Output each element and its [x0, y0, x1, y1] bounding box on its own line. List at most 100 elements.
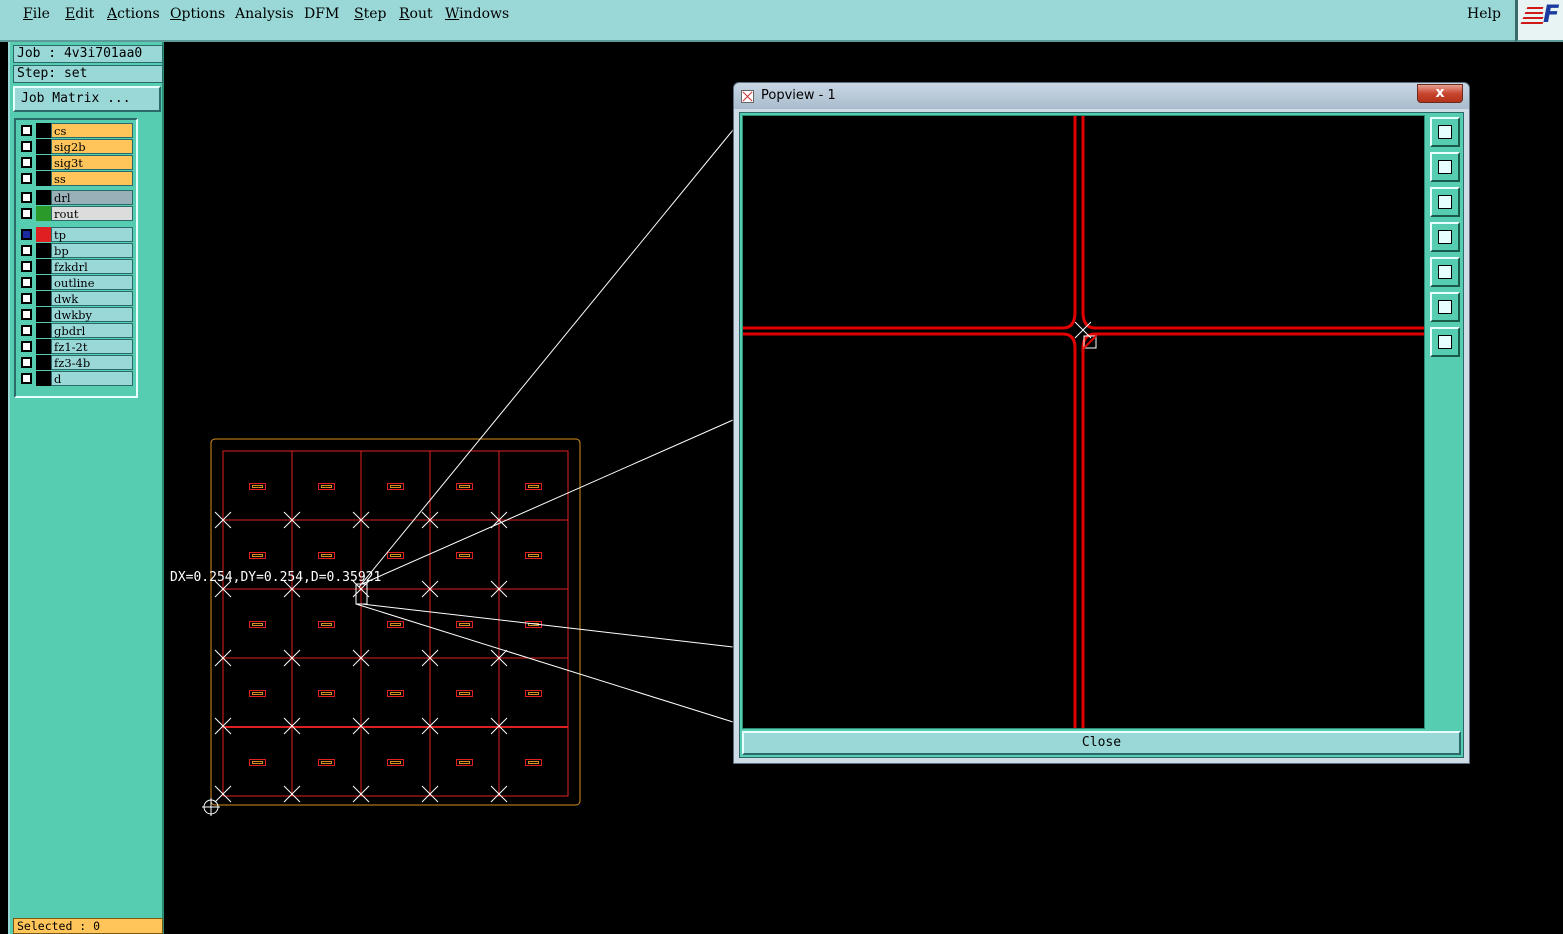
layer-row-fz1-2t[interactable]: fz1-2t	[18, 339, 136, 354]
menu-file[interactable]: File	[23, 6, 50, 22]
pad	[318, 552, 335, 559]
job-matrix-button[interactable]: Job Matrix ...	[13, 86, 161, 112]
layer-row-tp[interactable]: tp	[18, 227, 136, 242]
layer-checkbox[interactable]	[21, 261, 32, 272]
layer-checkbox[interactable]	[21, 208, 32, 219]
layer-name[interactable]: d	[51, 371, 133, 386]
zoom-home-button[interactable]	[1430, 327, 1460, 357]
menu-windows[interactable]: Windows	[445, 6, 509, 22]
layer-checkbox[interactable]	[21, 293, 32, 304]
layer-name[interactable]: ss	[51, 171, 133, 186]
layer-name[interactable]: drl	[51, 190, 133, 205]
pad-inner	[459, 623, 470, 626]
layer-row-dwk[interactable]: dwk	[18, 291, 136, 306]
layer-checkbox[interactable]	[21, 125, 32, 136]
layer-row-ss[interactable]: ss	[18, 171, 136, 186]
layer-checkbox[interactable]	[21, 245, 32, 256]
layer-row-gbdrl[interactable]: gbdrl	[18, 323, 136, 338]
popview-zoom-view[interactable]	[742, 115, 1425, 729]
window-close-button[interactable]: x	[1417, 84, 1463, 103]
pad-inner	[321, 623, 332, 626]
popview-titlebar[interactable]: Popview - 1 x	[734, 83, 1469, 109]
arrow-right-icon	[1438, 265, 1452, 279]
pad-inner	[390, 623, 401, 626]
layer-checkbox[interactable]	[21, 357, 32, 368]
trace-corner	[1062, 311, 1077, 330]
layer-row-fz3-4b[interactable]: fz3-4b	[18, 355, 136, 370]
menu-analysis[interactable]: Analysis	[235, 6, 294, 22]
layer-row-rout[interactable]: rout	[18, 206, 136, 221]
layer-color-swatch[interactable]	[36, 355, 51, 370]
layer-color-swatch[interactable]	[36, 123, 51, 138]
layer-color-swatch[interactable]	[36, 190, 51, 205]
pad-inner	[390, 761, 401, 764]
layer-color-swatch[interactable]	[36, 323, 51, 338]
layer-color-swatch[interactable]	[36, 339, 51, 354]
layer-color-swatch[interactable]	[36, 139, 51, 154]
layer-row-bp[interactable]: bp	[18, 243, 136, 258]
layer-name[interactable]: tp	[51, 227, 133, 242]
zoom-window-button[interactable]	[1430, 117, 1460, 147]
layer-color-swatch[interactable]	[36, 155, 51, 170]
layer-color-swatch[interactable]	[36, 307, 51, 322]
pad-inner	[321, 692, 332, 695]
pad	[249, 759, 266, 766]
menu-rout[interactable]: Rout	[399, 6, 433, 22]
layer-checkbox[interactable]	[21, 157, 32, 168]
layer-color-swatch[interactable]	[36, 275, 51, 290]
layer-checkbox[interactable]	[21, 341, 32, 352]
layer-checkbox[interactable]	[21, 173, 32, 184]
menu-options[interactable]: Options	[170, 6, 225, 22]
layer-row-dwkby[interactable]: dwkby	[18, 307, 136, 322]
layer-row-fzkdrl[interactable]: fzkdrl	[18, 259, 136, 274]
layer-checkbox[interactable]	[21, 192, 32, 203]
arrow-down-button[interactable]	[1430, 187, 1460, 217]
layer-row-drl[interactable]: drl	[18, 190, 136, 205]
layer-name[interactable]: bp	[51, 243, 133, 258]
layer-row-cs[interactable]: cs	[18, 123, 136, 138]
layer-color-swatch[interactable]	[36, 259, 51, 274]
layer-color-swatch[interactable]	[36, 291, 51, 306]
layer-name[interactable]: dwk	[51, 291, 133, 306]
arrow-right-button[interactable]	[1430, 257, 1460, 287]
layer-name[interactable]: gbdrl	[51, 323, 133, 338]
menu-actions[interactable]: Actions	[107, 6, 160, 22]
layer-name[interactable]: outline	[51, 275, 133, 290]
layer-row-sig3t[interactable]: sig3t	[18, 155, 136, 170]
arrow-left-button[interactable]	[1430, 222, 1460, 252]
layer-name[interactable]: rout	[51, 206, 133, 221]
layer-color-swatch[interactable]	[36, 206, 51, 221]
arrow-up-button[interactable]	[1430, 152, 1460, 182]
zoom-fit-button[interactable]	[1430, 292, 1460, 322]
layer-checkbox[interactable]	[21, 229, 32, 240]
layer-checkbox[interactable]	[21, 141, 32, 152]
menu-step[interactable]: Step	[354, 6, 386, 22]
help-menu[interactable]: Help	[1467, 6, 1501, 22]
menu-edit[interactable]: Edit	[65, 6, 94, 22]
layer-name[interactable]: fz3-4b	[51, 355, 133, 370]
layer-name[interactable]: sig3t	[51, 155, 133, 170]
layer-checkbox[interactable]	[21, 325, 32, 336]
logo-text: F	[1543, 0, 1560, 28]
layer-name[interactable]: sig2b	[51, 139, 133, 154]
selected-count: Selected : 0	[13, 918, 163, 934]
layer-color-swatch[interactable]	[36, 243, 51, 258]
layer-color-swatch[interactable]	[36, 371, 51, 386]
menu-dfm[interactable]: DFM	[304, 6, 339, 22]
layer-checkbox[interactable]	[21, 309, 32, 320]
layer-color-swatch[interactable]	[36, 171, 51, 186]
pad-inner	[321, 761, 332, 764]
layer-list: cs sig2b sig3t ss drl rout tp bp fzkdrl outline dw…	[14, 118, 138, 398]
layer-color-swatch[interactable]	[36, 227, 51, 242]
layer-row-outline[interactable]: outline	[18, 275, 136, 290]
layer-name[interactable]: fz1-2t	[51, 339, 133, 354]
layer-checkbox[interactable]	[21, 373, 32, 384]
layer-checkbox[interactable]	[21, 277, 32, 288]
layer-row-sig2b[interactable]: sig2b	[18, 139, 136, 154]
layer-name[interactable]: dwkby	[51, 307, 133, 322]
popview-close-button[interactable]: Close	[742, 731, 1461, 755]
layer-name[interactable]: fzkdrl	[51, 259, 133, 274]
layer-row-d[interactable]: d	[18, 371, 136, 386]
layer-name[interactable]: cs	[51, 123, 133, 138]
popview-title: Popview - 1	[761, 88, 836, 103]
